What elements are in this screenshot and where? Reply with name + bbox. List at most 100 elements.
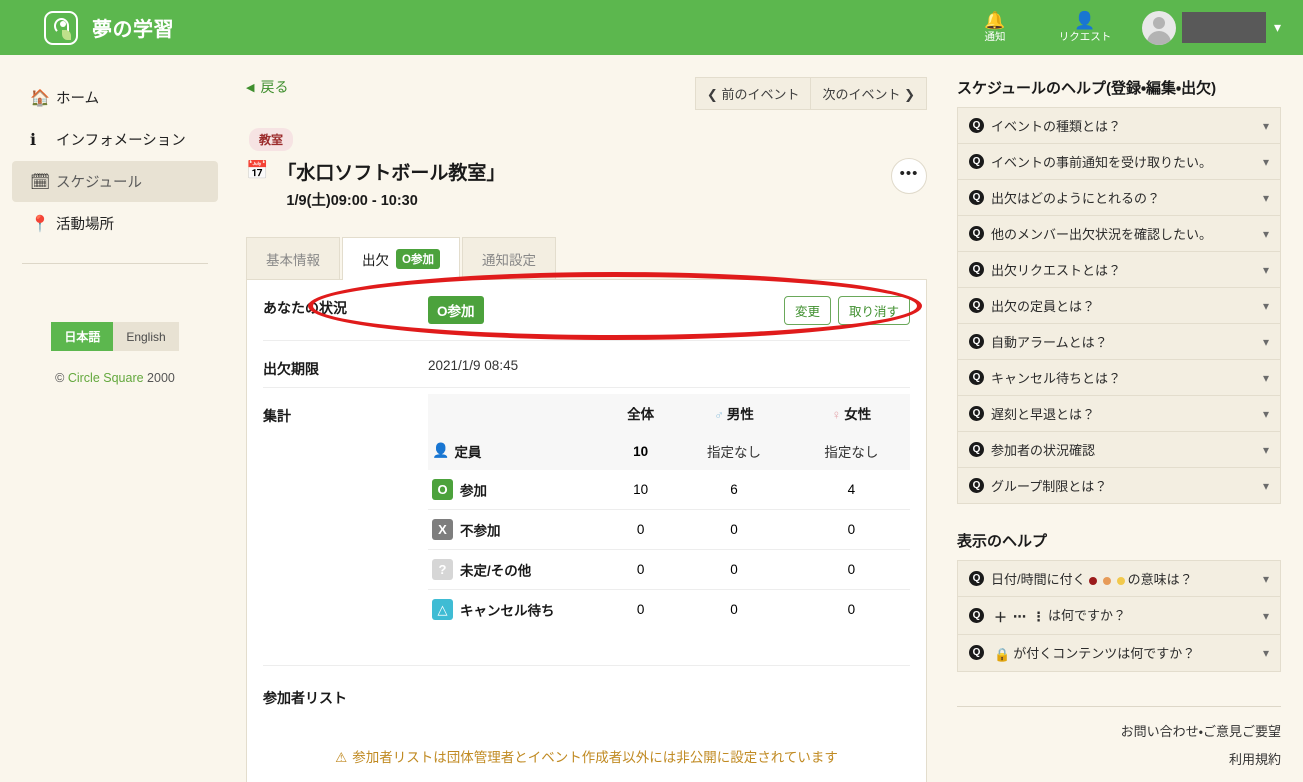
question-mark-icon: Q: [969, 154, 984, 169]
help-item-capacity[interactable]: Q 出欠の定員とは？ ▾: [958, 287, 1280, 323]
help-item-event-types[interactable]: Q イベントの種類とは？ ▾: [958, 108, 1280, 143]
your-status-label: あなたの状況: [263, 300, 347, 316]
help-item-label: 出欠はどのようにとれるの？: [991, 191, 1161, 206]
female-icon: ♀: [831, 407, 842, 422]
question-mark-icon: Q: [969, 298, 984, 313]
question-mark-icon: Q: [969, 334, 984, 349]
chevron-down-icon: ▾: [1262, 645, 1269, 660]
help-item-label: キャンセル待ちとは？: [991, 371, 1122, 386]
rail-divider: [957, 705, 1281, 707]
help-item-label: グループ制限とは？: [991, 479, 1108, 494]
orange-dot-icon: [1102, 576, 1111, 585]
chevron-down-icon: ▾: [1262, 370, 1269, 385]
tab-label: 出欠: [362, 253, 389, 268]
change-status-button[interactable]: 変更: [783, 295, 831, 325]
chevron-down-icon: ▾: [1262, 190, 1269, 205]
participant-list-title: 参加者リスト: [263, 690, 347, 706]
participant-list-note: ⚠ 参加者リストは団体管理者とイベント作成者以外には非公開に設定されています: [335, 750, 838, 765]
chevron-down-icon: ▾: [1262, 334, 1269, 349]
user-check-icon: 👤: [1074, 11, 1096, 30]
help-item-how-to-attend[interactable]: Q 出欠はどのようにとれるの？ ▾: [958, 179, 1280, 215]
copyright-year: 2000: [147, 371, 175, 385]
language-japanese-button[interactable]: 日本語: [51, 322, 114, 351]
tab-basic-info[interactable]: 基本情報: [246, 237, 340, 280]
prev-event-button[interactable]: ❮ 前のイベント: [694, 77, 812, 110]
brand[interactable]: 夢の学習: [44, 10, 174, 45]
sidebar-item-schedule[interactable]: 🗓 スケジュール: [12, 161, 218, 202]
status-actions: 変更 取り消す: [783, 295, 910, 325]
table-header-row: 全体 ♂ 男性 ♀ 女性: [428, 394, 910, 432]
tab-attendance[interactable]: 出欠 O参加: [342, 237, 460, 280]
next-event-button[interactable]: 次のイベント ❯: [811, 77, 927, 110]
back-link[interactable]: ◀ 戻る: [246, 77, 288, 97]
display-help-item-symbols[interactable]: Q ＋ ⋯ ⋮ は何ですか？ ▾: [958, 596, 1280, 635]
prev-event-label: 前のイベント: [721, 87, 800, 102]
plus-icon: ＋: [994, 610, 1008, 626]
table-body: 👤 定員 10 指定なし 指定なし O 参加 10 6 4 X 不参加 0 0 …: [428, 432, 910, 629]
attendance-card: あなたの状況 O参加 変更 取り消す 出欠期限 2021/1/9 08:45 集…: [246, 279, 927, 782]
status-badge: O参加: [428, 296, 484, 324]
row-not-attending-label: X 不参加: [428, 509, 606, 550]
help-item-other-members-status[interactable]: Q 他のメンバー出欠状況を確認したい。 ▾: [958, 215, 1280, 251]
terms-link[interactable]: 利用規約: [957, 749, 1281, 768]
tab-attendance-badge: O参加: [396, 249, 440, 269]
not-attending-female: 0: [792, 509, 910, 550]
lock-icon: 🔒: [994, 646, 1011, 662]
capacity-female: 指定なし: [792, 432, 910, 470]
calendar-icon: 🗓: [30, 173, 51, 191]
question-mark-icon: Q: [969, 608, 984, 624]
help-item-advance-notice[interactable]: Q イベントの事前通知を受け取りたい。 ▾: [958, 143, 1280, 179]
deadline-row: 出欠期限 2021/1/9 08:45: [247, 341, 926, 387]
chevron-left-icon: ❮: [706, 87, 718, 102]
help-item-group-restrictions[interactable]: Q グループ制限とは？ ▾: [958, 467, 1280, 503]
cancel-status-button[interactable]: 取り消す: [837, 295, 910, 325]
tab-bar: 基本情報 出欠 O参加 通知設定: [246, 236, 945, 280]
location-pin-icon: 📍: [30, 215, 50, 233]
person-icon: 👤: [432, 441, 450, 458]
bell-icon: 🔔: [984, 11, 1006, 30]
help-item-label: イベントの種類とは？: [991, 119, 1122, 134]
question-icon: ?: [432, 559, 453, 580]
help-item-auto-alarm[interactable]: Q 自動アラームとは？ ▾: [958, 323, 1280, 359]
help-item-participant-status-check[interactable]: Q 参加者の状況確認 ▾: [958, 431, 1280, 467]
help-item-label: 🔒 が付くコンテンツは何ですか？: [994, 646, 1196, 662]
help-item-attendance-request[interactable]: Q 出欠リクエストとは？ ▾: [958, 251, 1280, 287]
sidebar-item-home[interactable]: 🏠 ホーム: [12, 77, 218, 118]
col-male: ♂ 男性: [675, 394, 793, 432]
sidebar-item-information[interactable]: ℹ インフォメーション: [12, 119, 218, 160]
capacity-male: 指定なし: [675, 432, 793, 470]
not-attending-total: 0: [606, 509, 676, 550]
sidebar-item-label: 活動場所: [56, 217, 114, 233]
undecided-male: 0: [675, 549, 793, 590]
chevron-down-icon: ▾: [1262, 118, 1269, 133]
requests-button[interactable]: 👤 リクエスト: [1054, 11, 1116, 44]
contact-link[interactable]: お問い合わせ・ご意見ご要望: [957, 721, 1281, 740]
breadcrumb-row: ◀ 戻る ❮ 前のイベント 次のイベント ❯: [230, 55, 945, 110]
display-help-item-date-dots[interactable]: Q 日付/時間に付く の意味は？ ▾: [958, 561, 1280, 596]
chevron-down-icon: ▾: [1262, 478, 1269, 493]
question-mark-icon: Q: [969, 370, 984, 385]
chevron-down-icon: ▾: [1273, 19, 1281, 35]
more-options-button[interactable]: •••: [891, 158, 927, 194]
ellipsis-icon: •••: [899, 165, 919, 182]
copyright-symbol: ©: [55, 371, 65, 385]
help-item-waitlist[interactable]: Q キャンセル待ちとは？ ▾: [958, 359, 1280, 395]
brand-name: 夢の学習: [92, 19, 174, 41]
help-item-late-early-leave[interactable]: Q 遅刻と早退とは？ ▾: [958, 395, 1280, 431]
help-item-label: 遅刻と早退とは？: [991, 407, 1096, 422]
question-mark-icon: Q: [969, 571, 984, 586]
account-menu[interactable]: ▾: [1141, 10, 1281, 45]
sidebar-item-locations[interactable]: 📍 活動場所: [12, 203, 218, 244]
home-icon: 🏠: [30, 89, 50, 107]
help-item-label: 日付/時間に付く の意味は？: [991, 572, 1193, 587]
display-help-item-lock[interactable]: Q 🔒 が付くコンテンツは何ですか？ ▾: [958, 634, 1280, 671]
tab-notification-settings[interactable]: 通知設定: [461, 237, 556, 280]
notifications-button[interactable]: 🔔 通知: [964, 11, 1026, 44]
info-icon: ℹ: [30, 131, 37, 149]
display-help-title: 表示のヘルプ: [957, 533, 1048, 550]
help-item-label: 出欠の定員とは？: [991, 299, 1096, 314]
table-row: △ キャンセル待ち 0 0 0: [428, 589, 910, 629]
language-english-button[interactable]: English: [113, 322, 179, 351]
table-row: O 参加 10 6 4: [428, 470, 910, 510]
copyright-name: Circle Square: [67, 371, 144, 385]
